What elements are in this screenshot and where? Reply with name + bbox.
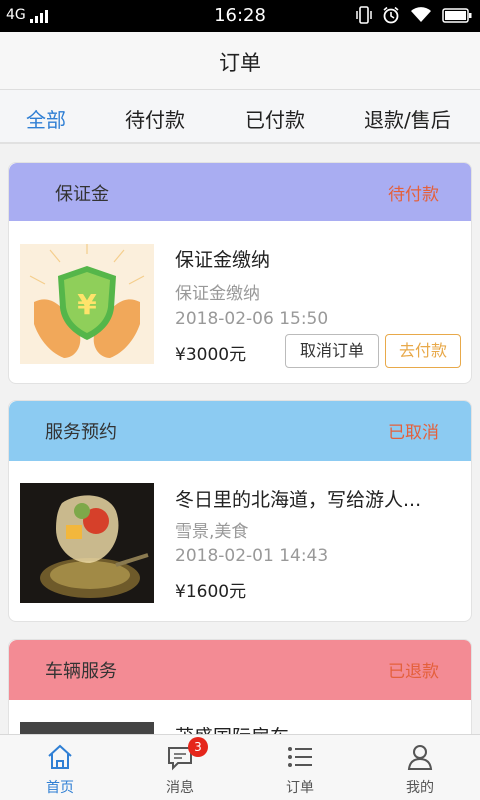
alarm-icon — [383, 6, 399, 24]
order-date: 2018-02-01 14:43 — [175, 546, 329, 566]
bottom-tab-bar: 首页 3 消息 订单 我的 — [0, 734, 480, 800]
product-title[interactable]: 冬日里的北海道，写给游人... — [175, 485, 421, 512]
product-title[interactable]: 保证金缴纳 — [175, 245, 270, 272]
status-right — [356, 6, 472, 24]
tabbar-profile[interactable]: 我的 — [360, 735, 480, 800]
tabbar-orders-label: 订单 — [286, 780, 314, 796]
page-title: 订单 — [219, 51, 261, 75]
tab-paid[interactable]: 已付款 — [245, 104, 305, 133]
battery-icon — [442, 7, 472, 23]
tabbar-home-label: 首页 — [46, 780, 74, 796]
tabbar-profile-label: 我的 — [406, 780, 434, 796]
tabbar-messages[interactable]: 3 消息 — [120, 735, 240, 800]
user-icon — [407, 745, 433, 770]
order-status: 已退款 — [388, 662, 439, 682]
order-card[interactable]: 服务预约 已取消 冬日里的北海道，写给游人... 雪景,美食 2018-02-0… — [8, 400, 472, 622]
product-subtitle: 保证金缴纳 — [175, 284, 260, 304]
vibrate-icon — [356, 6, 372, 24]
list-icon — [288, 747, 312, 767]
tab-refund[interactable]: 退款/售后 — [364, 104, 451, 133]
order-header: 保证金 待付款 — [9, 163, 471, 221]
dessert-thumbnail — [20, 483, 154, 603]
order-status: 待付款 — [388, 185, 439, 205]
tabbar-orders[interactable]: 订单 — [240, 735, 360, 800]
tabbar-messages-label: 消息 — [166, 780, 194, 796]
tab-all[interactable]: 全部 — [26, 104, 66, 133]
order-type: 保证金 — [55, 184, 109, 205]
deposit-thumbnail: ¥ — [20, 244, 154, 364]
order-card[interactable]: 保证金 待付款 ¥ 保证金缴纳 保证金缴纳 2018-02-06 15:50 ¥… — [8, 162, 472, 384]
tabbar-home[interactable]: 首页 — [0, 735, 120, 800]
cancel-order-button[interactable]: 取消订单 — [285, 334, 379, 368]
order-date: 2018-02-06 15:50 — [175, 309, 329, 329]
order-price: ¥1600元 — [175, 582, 247, 602]
order-tabs: 全部 待付款 已付款 退款/售后 — [0, 90, 480, 144]
status-bar: 4G 16:28 — [0, 0, 480, 32]
order-status: 已取消 — [388, 423, 439, 443]
home-icon — [48, 744, 72, 769]
product-subtitle: 雪景,美食 — [175, 522, 249, 542]
order-type: 车辆服务 — [45, 661, 117, 682]
order-header: 服务预约 已取消 — [9, 401, 471, 461]
wifi-icon — [411, 7, 431, 22]
tab-pending-payment[interactable]: 待付款 — [125, 104, 185, 133]
order-type: 服务预约 — [45, 422, 117, 443]
message-badge: 3 — [188, 737, 208, 757]
order-price: ¥3000元 — [175, 345, 247, 365]
nav-bar: 订单 — [0, 32, 480, 90]
order-header: 车辆服务 已退款 — [9, 640, 471, 700]
svg-text:¥: ¥ — [77, 288, 97, 321]
pay-button[interactable]: 去付款 — [385, 334, 461, 368]
